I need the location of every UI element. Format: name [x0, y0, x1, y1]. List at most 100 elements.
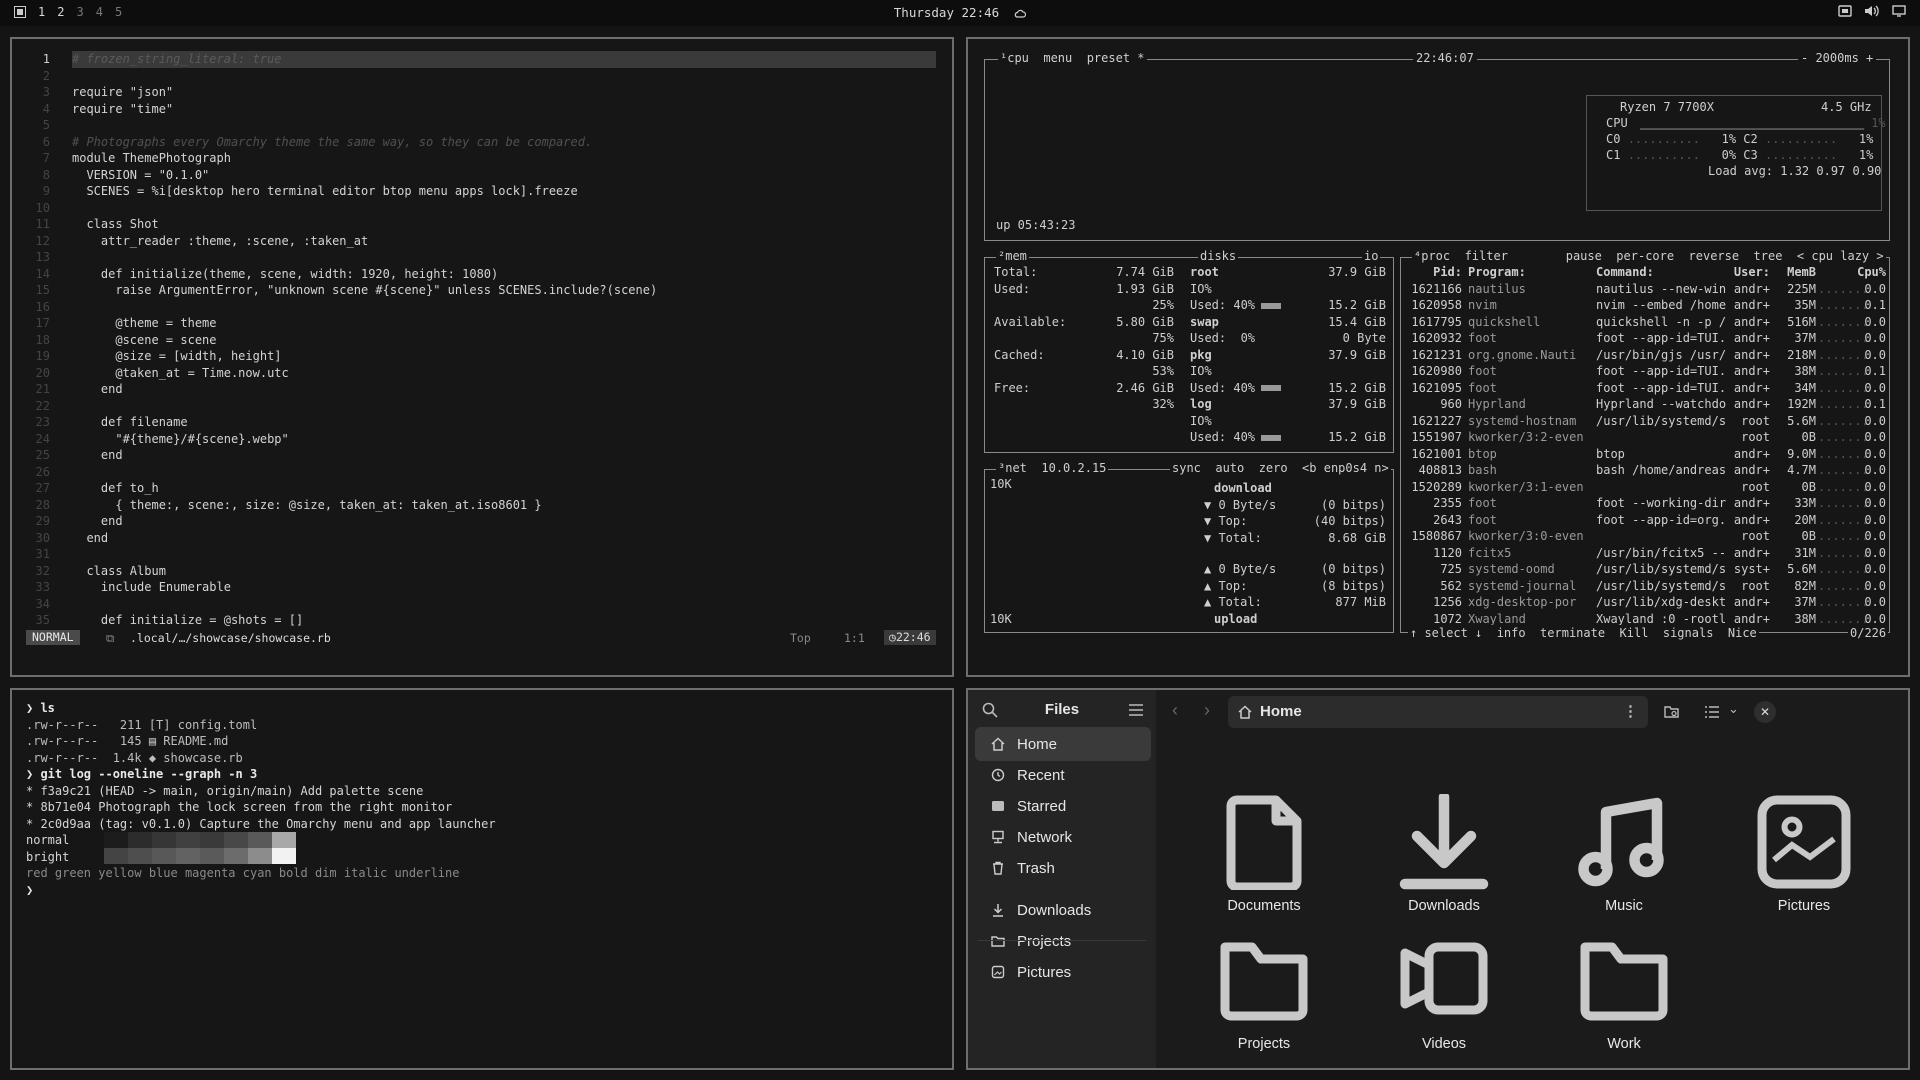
- update-rate[interactable]: - 2000ms +: [1798, 50, 1877, 67]
- proc-row[interactable]: 408813 bash bash /home/andreas andr+ 4.7M 0.0…: [1406, 462, 1886, 479]
- code-line: # Photographs every Omarchy theme the sa…: [72, 134, 593, 149]
- sidebar-item-downloads[interactable]: Downloads: [975, 893, 1151, 927]
- terminal-window[interactable]: ❯ ls .rw-r--r-- 211 [T] config.toml .rw-r-…: [10, 688, 954, 1070]
- proc-row[interactable]: 1551907 kworker/3:2-even root 0B 0.0.......: [1406, 429, 1886, 446]
- proc-cell: foot --app-id=org.: [1596, 512, 1727, 527]
- close-button[interactable]: ✕: [1754, 701, 1776, 723]
- proc-row[interactable]: 1120 fcitx5/usr/bin/fcitx5 -- andr+ 31M 0.0.…: [1406, 545, 1886, 562]
- proc-footer[interactable]: ↑ select ↓ info terminate Kill signals N…: [1408, 625, 1759, 642]
- cpu-graph: .......: [1818, 331, 1869, 345]
- editor-content: 1 # frozen_string_literal: true 2 3 require …: [12, 51, 952, 631]
- proc-table: Pid: Program: Command: User: MemB Cpu% 1621166…: [1406, 264, 1886, 627]
- file-item-videos[interactable]: Videos: [1374, 932, 1514, 1052]
- proc-row[interactable]: 1620958 nvim nvim --embed /home andr+ 35M 0.1…: [1406, 297, 1886, 314]
- code-line: VERSION = "0.1.0": [72, 167, 210, 182]
- file-item-pictures[interactable]: Pictures: [1734, 794, 1874, 914]
- forward-icon[interactable]: ›: [1204, 700, 1210, 721]
- proc-row[interactable]: 1621095 foot foot --app-id=TUI. andr+ 34M 0.0…: [1406, 380, 1886, 397]
- proc-header[interactable]: Pid: Program: Command: User: MemB Cpu%: [1406, 264, 1886, 281]
- proc-cell: systemd-oomd: [1468, 562, 1555, 576]
- proc-row[interactable]: 1620932 foot foot --app-id=TUI. andr+ 37M 0.0…: [1406, 330, 1886, 347]
- proc-cell: kworker/3:1-even: [1468, 479, 1584, 494]
- sidebar-item-trash[interactable]: Trash: [975, 851, 1151, 885]
- clock[interactable]: Thursday 22:46: [0, 5, 1920, 20]
- proc-row[interactable]: 2355 foot foot --working-dir andr+ 33M 0.0...…: [1406, 495, 1886, 512]
- file-item-music[interactable]: Music: [1554, 794, 1694, 914]
- display-icon[interactable]: [1892, 4, 1906, 18]
- disk-key: Used: 40%: [1190, 380, 1256, 395]
- mem-list: Total: 7.74 GiB Used: 1.93 GiB 25% Available:…: [994, 264, 1174, 413]
- cpu-tabs[interactable]: ¹cpu menu preset *: [998, 50, 1147, 67]
- proc-row[interactable]: 1621001 btop btop andr+ 9.0M 0.0.......: [1406, 446, 1886, 463]
- files-header: ‹ › Home ⋮ ⌄ ✕: [1156, 690, 1908, 734]
- proc-cell: systemd-journal: [1468, 578, 1577, 593]
- code-line: @theme = theme: [72, 316, 217, 330]
- proc-row[interactable]: 1621231 org.gnome.Nauti/usr/bin/gjs /usr/…: [1406, 347, 1886, 364]
- volume-icon[interactable]: [1864, 4, 1880, 18]
- btop-clock: 22:46:07: [1413, 50, 1477, 67]
- mem-row: Cached: 4.10 GiB: [994, 347, 1174, 364]
- location-menu-icon[interactable]: ⋮: [1623, 702, 1638, 720]
- proc-row[interactable]: 2643 foot foot --app-id=org. andr+ 20M 0.0...…: [1406, 512, 1886, 529]
- proc-col-header: MemB: [1787, 265, 1816, 279]
- proc-row[interactable]: 1617795 quickshell quickshell -n -p / andr+…: [1406, 314, 1886, 331]
- sidebar-item-label: Network: [1017, 828, 1073, 846]
- screen-record-icon[interactable]: [1838, 4, 1852, 18]
- folder-icon: [991, 936, 1005, 947]
- location-bar[interactable]: Home ⋮: [1228, 696, 1648, 728]
- proc-row[interactable]: 725 systemd-oomd/usr/lib/systemd/s syst+ 5.…: [1406, 561, 1886, 578]
- download-icon: [993, 904, 1003, 917]
- proc-cell: 33M: [1794, 496, 1816, 510]
- mem-key: Used:: [994, 281, 1031, 296]
- proc-cell: bash: [1468, 463, 1497, 477]
- proc-cell: andr+: [1733, 397, 1770, 411]
- editor-window[interactable]: 1 # frozen_string_literal: true 2 3 require …: [10, 37, 954, 677]
- disk-value: 15.2 GiB: [1328, 380, 1386, 395]
- code-line: @size = [width, height]: [72, 349, 282, 363]
- sidebar-item-starred[interactable]: Starred: [975, 789, 1151, 823]
- line-number: 26: [35, 464, 50, 479]
- proc-row[interactable]: 1620980 foot foot --app-id=TUI. andr+ 38M 0.1…: [1406, 363, 1886, 380]
- proc-cell: quickshell: [1468, 314, 1541, 329]
- proc-row[interactable]: 960 Hyprland Hyprland --watchdo andr+ 192M 0.…: [1406, 396, 1886, 413]
- proc-row[interactable]: 1621166 nautilus nautilus --new-win andr+ 22…: [1406, 281, 1886, 298]
- line-number: 35: [35, 613, 50, 627]
- proc-row[interactable]: 1520289 kworker/3:1-even root 0B 0.0.......: [1406, 479, 1886, 496]
- sidebar-item-projects[interactable]: Projects: [975, 924, 1151, 958]
- list-view-icon[interactable]: [1704, 705, 1720, 719]
- output-line: * f3a9c21 (HEAD -> main, origin/main) Ad…: [26, 783, 424, 798]
- line-number: 34: [35, 596, 50, 611]
- sidebar-item-recent[interactable]: Recent: [975, 758, 1151, 792]
- back-icon[interactable]: ‹: [1172, 700, 1178, 721]
- net-options[interactable]: sync auto zero <b enp0s4 n>: [1170, 460, 1391, 477]
- files-window[interactable]: Files Home Recent Starred Network Trash Downl…: [966, 688, 1910, 1070]
- file-item-documents[interactable]: Documents: [1194, 794, 1334, 914]
- network-icon: [992, 830, 1004, 844]
- hamburger-menu-icon[interactable]: [1128, 703, 1144, 717]
- view-options-chevron-icon[interactable]: ⌄: [1728, 701, 1739, 717]
- proc-row[interactable]: 1580867 kworker/3:0-even root 0B 0.0.......: [1406, 528, 1886, 545]
- proc-row[interactable]: 1621227 systemd-hostnam/usr/lib/systemd/s…: [1406, 413, 1886, 430]
- code-line: end: [72, 530, 109, 545]
- sidebar-item-home[interactable]: Home: [975, 727, 1151, 761]
- file-item-downloads[interactable]: Downloads: [1374, 794, 1514, 914]
- proc-cell: root: [1741, 578, 1770, 593]
- proc-row[interactable]: 1256 xdg-desktop-por/usr/lib/xdg-deskt and…: [1406, 594, 1886, 611]
- output-line: red green yellow blue magenta cyan bold …: [26, 866, 460, 880]
- sidebar-item-network[interactable]: Network: [975, 820, 1151, 854]
- search-folder-icon[interactable]: [1664, 704, 1680, 720]
- proc-cell: 725: [1440, 562, 1462, 576]
- cpu-graph: .......: [1818, 281, 1869, 296]
- proc-row[interactable]: 562 systemd-journal/usr/lib/systemd/s root…: [1406, 578, 1886, 595]
- sidebar-item-pictures[interactable]: Pictures: [975, 955, 1151, 989]
- net-key: ▼ Top:: [1204, 514, 1248, 528]
- btop-window[interactable]: ¹cpu menu preset * 22:46:07 - 2000ms + R…: [966, 37, 1910, 677]
- file-item-work[interactable]: Work: [1554, 932, 1694, 1052]
- disk-usage-bar: [1261, 434, 1282, 441]
- file-item-projects[interactable]: Projects: [1194, 932, 1334, 1052]
- proc-cell: 35M: [1794, 298, 1816, 312]
- proc-cell: Hyprland: [1468, 397, 1526, 411]
- proc-cell: andr+: [1733, 595, 1770, 609]
- mem-row: 75%: [994, 330, 1174, 347]
- proc-title[interactable]: ⁴proc filter pause per-core reverse tree…: [1412, 248, 1886, 265]
